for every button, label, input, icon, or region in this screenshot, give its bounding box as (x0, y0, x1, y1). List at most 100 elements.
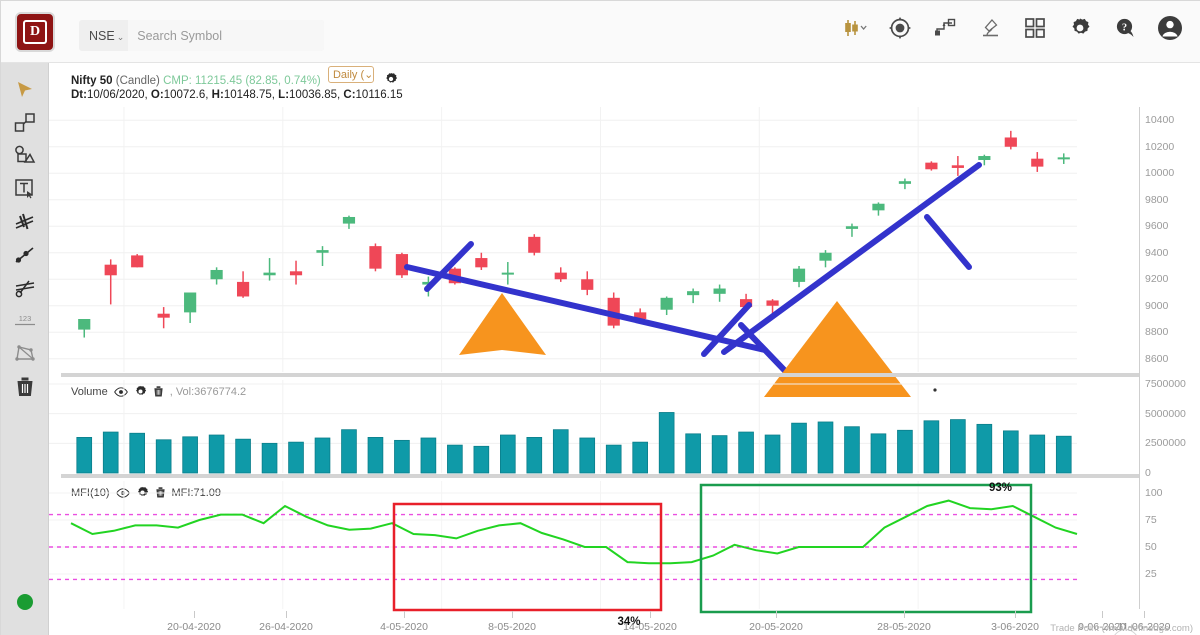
candle-type-icon[interactable] (842, 15, 868, 41)
volume-bar (552, 429, 569, 474)
volume-panel[interactable] (49, 380, 1139, 474)
ohlc-low: 10036.85, (289, 89, 344, 101)
ohlc-open: 10072.6, (163, 89, 212, 101)
volume-tick: 0 (1145, 467, 1151, 479)
timeframe-selector[interactable]: Daily (⌄ (327, 66, 374, 83)
volume-bar (420, 437, 437, 474)
chart-type-label: (Candle) (115, 75, 160, 87)
price-panel[interactable] (49, 107, 1139, 397)
mfi-axis-labels: 100 75 50 25 (1139, 481, 1200, 609)
volume-bar (791, 422, 807, 474)
logo-letter: D (23, 20, 47, 44)
geometry-tool[interactable] (1, 139, 49, 172)
volume-tick: 7500000 (1145, 378, 1186, 390)
volume-bar (1003, 430, 1019, 474)
mfi-tick: 75 (1145, 514, 1157, 526)
settings-gear-icon[interactable] (1067, 15, 1093, 41)
chart-title-row: Nifty 50 (Candle) CMP: 11215.45 (82.85, … (71, 66, 398, 87)
volume-bar (950, 419, 966, 474)
shapes-tool[interactable] (1, 106, 49, 139)
chart-settings-gear-icon[interactable] (384, 72, 398, 86)
app-logo[interactable]: D (15, 12, 55, 52)
ohlc-readout: Dt:10/06/2020, O:10072.6, H:10148.75, L:… (71, 89, 403, 101)
volume-bar (526, 437, 543, 474)
volume-bar (367, 437, 384, 474)
volume-bar (102, 431, 119, 474)
ohlc-open-label: O: (150, 89, 164, 101)
volume-tick: 5000000 (1145, 407, 1186, 420)
volume-axis-labels: 7500000 5000000 2500000 0 (1139, 378, 1200, 479)
help-question-icon[interactable]: ? (1112, 15, 1138, 41)
date-tick-label: 20-04-2020 (167, 621, 221, 633)
date-tick-label: 20-05-2020 (749, 621, 803, 633)
mfi-high-label: 93% (989, 482, 1012, 494)
price-tick: 10200 (1145, 140, 1175, 153)
svg-text:123: 123 (19, 314, 32, 323)
mfi-panel[interactable]: 34% 93% (49, 481, 1139, 628)
date-tick-label: 14-05-2020 (623, 621, 677, 633)
line-study-tool[interactable] (1, 205, 49, 238)
volume-bar (605, 444, 622, 474)
volume-bar (923, 420, 940, 474)
volume-bar (341, 429, 357, 474)
volume-bar (129, 432, 145, 474)
measure-123-tool[interactable]: 123 (1, 304, 49, 337)
symbol-name: Nifty 50 (71, 75, 113, 87)
polygon-tool[interactable] (1, 337, 49, 370)
mfi-tick: 100 (1145, 487, 1163, 499)
chevron-down-icon: ⌄ (364, 69, 374, 81)
price-tick: 8800 (1145, 326, 1169, 339)
timeframe-label: Daily ( (332, 69, 365, 81)
search-input[interactable] (128, 20, 324, 51)
volume-bar (182, 436, 198, 474)
panel-divider-2 (61, 474, 1139, 478)
volume-tick: 2500000 (1145, 437, 1186, 450)
ohlc-low-label: L: (278, 89, 290, 101)
cursor-pointer-tool[interactable] (1, 73, 49, 106)
dots-line-tool[interactable] (1, 238, 49, 271)
ohlc-close: 10116.15 (355, 89, 403, 101)
mfi-line (70, 499, 1078, 565)
exchange-selector[interactable]: NSE ⌄ (79, 29, 128, 43)
date-tick-mark (194, 611, 195, 618)
date-tick-mark (512, 611, 513, 618)
left-drawing-toolbar: 123 (1, 63, 49, 635)
volume-bar (711, 435, 728, 474)
scanner-microscope-icon[interactable] (977, 15, 1003, 41)
volume-plot[interactable] (49, 380, 1139, 474)
price-tick: 9400 (1145, 246, 1169, 259)
delete-trash-tool[interactable] (1, 370, 49, 403)
volume-bar (500, 434, 516, 474)
cmp-value: CMP: 11215.45 (82.85, 0.74%) (163, 75, 321, 87)
indicator-target-icon[interactable] (887, 15, 913, 41)
layout-grid-icon[interactable] (1022, 15, 1048, 41)
text-annotation-tool[interactable] (1, 172, 49, 205)
date-tick-mark (1102, 611, 1103, 618)
panel-divider-1 (61, 373, 1139, 377)
date-tick-mark (650, 611, 651, 618)
fib-tool[interactable] (1, 271, 49, 304)
mfi-tick: 25 (1145, 568, 1157, 580)
chart-container: Nifty 50 (Candle) CMP: 11215.45 (82.85, … (49, 63, 1200, 635)
trading-terminal-window: D NSE ⌄ Search Symbol ? 123 Nifty 50 (Ca… (0, 0, 1200, 635)
connection-status-dot (17, 594, 33, 610)
volume-bar (261, 442, 278, 474)
candlestick-plot[interactable] (49, 107, 1139, 397)
volume-bar (817, 421, 834, 474)
volume-bar (208, 434, 225, 474)
volume-bar (314, 437, 331, 474)
volume-bar (658, 412, 675, 474)
volume-bar (235, 438, 251, 474)
user-account-icon[interactable] (1157, 15, 1183, 41)
volume-bar (738, 431, 754, 474)
price-tick: 10400 (1145, 114, 1175, 127)
price-axis-labels: 10400 10200 10000 9800 9600 9400 9200 9000 8800 8… (1139, 107, 1200, 372)
drawing-tools-icon[interactable] (932, 15, 958, 41)
date-tick-mark (904, 611, 905, 618)
mfi-plot[interactable]: 34%93% (49, 481, 1139, 628)
date-tick-mark (286, 611, 287, 618)
price-tick: 10000 (1145, 167, 1175, 180)
ohlc-date: 10/06/2020, (86, 89, 151, 101)
volume-bar (447, 444, 463, 474)
top-toolbar: D NSE ⌄ Search Symbol ? (1, 1, 1200, 63)
